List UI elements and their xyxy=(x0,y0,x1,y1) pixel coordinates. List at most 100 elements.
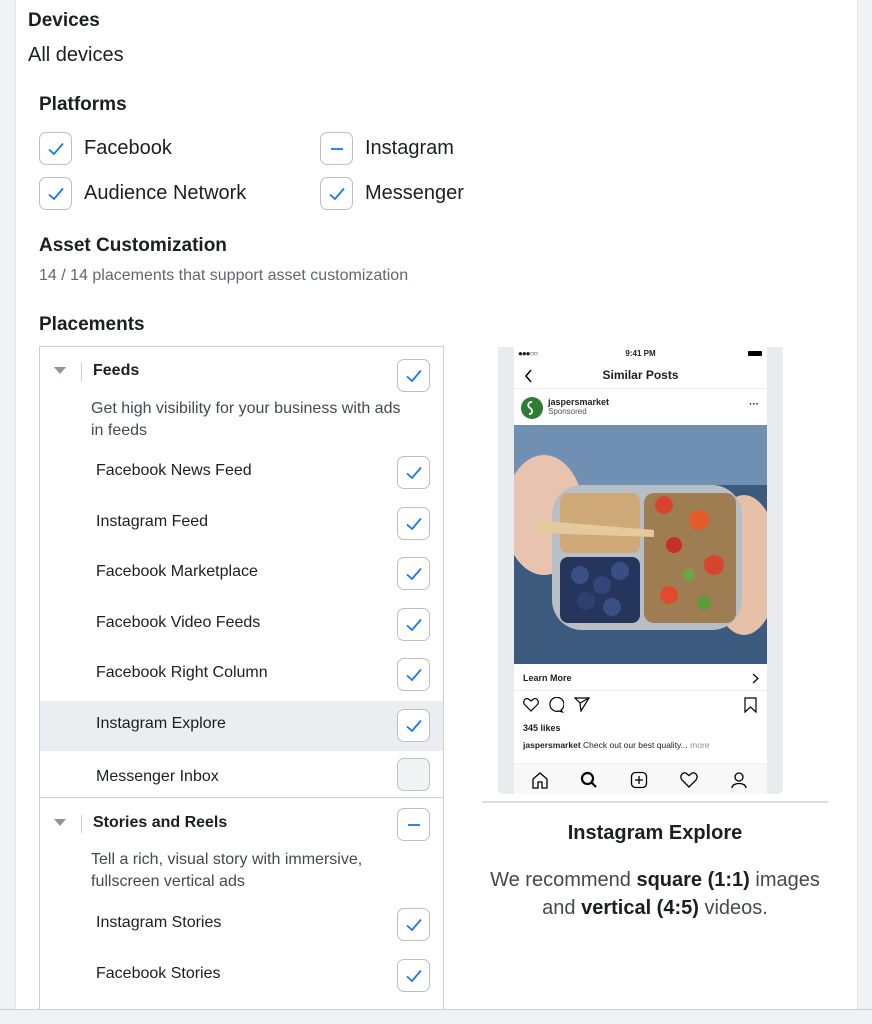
placement-label: Messenger Inbox xyxy=(96,768,219,785)
group-divider xyxy=(40,797,443,798)
caret-down-icon[interactable] xyxy=(54,819,66,826)
brand-logo-icon xyxy=(527,401,534,415)
caption-account: jaspersmarket xyxy=(523,740,581,750)
check-icon xyxy=(405,369,422,382)
placements-heading: Placements xyxy=(39,314,145,335)
placement-checkbox[interactable] xyxy=(397,608,430,641)
placement-label: Facebook Stories xyxy=(96,965,221,982)
placement-checkbox[interactable] xyxy=(397,758,430,791)
platform-facebook-label: Facebook xyxy=(84,137,172,159)
placement-label: Instagram Feed xyxy=(96,513,209,530)
placement-row-instagram-explore[interactable]: Instagram Explore xyxy=(40,701,443,751)
check-icon xyxy=(405,517,422,530)
desc-text: and xyxy=(542,897,576,919)
phone-screen: ●●●○○ 9:41 PM Similar Posts jaspersmarke… xyxy=(514,347,767,794)
phone-preview: ●●●○○ 9:41 PM Similar Posts jaspersmarke… xyxy=(498,347,783,794)
placements-list: Feeds Get high visibility for your busin… xyxy=(39,346,444,1010)
chevron-right-icon xyxy=(752,673,759,684)
status-bar: ●●●○○ 9:41 PM xyxy=(514,349,767,361)
phone-tabbar xyxy=(514,763,767,794)
placement-label: Instagram Stories xyxy=(96,914,222,931)
asset-customization-heading: Asset Customization xyxy=(39,235,227,256)
desc-emphasis: square (1:1) xyxy=(636,869,750,891)
add-post-icon[interactable] xyxy=(629,770,649,790)
placement-checkbox[interactable] xyxy=(397,456,430,489)
cta-label: Learn More xyxy=(523,673,572,683)
group-stories-checkbox[interactable] xyxy=(397,808,430,841)
activity-heart-icon[interactable] xyxy=(679,770,699,790)
check-icon xyxy=(405,969,422,982)
check-icon xyxy=(405,719,422,732)
cta-bar[interactable]: Learn More xyxy=(514,665,767,691)
home-icon[interactable] xyxy=(530,770,550,790)
post-caption: jaspersmarket Check out our best quality… xyxy=(523,740,710,750)
group-stories-title: Stories and Reels xyxy=(93,814,228,831)
preview-description: We recommend square (1:1) images and ver… xyxy=(482,866,828,922)
share-icon[interactable] xyxy=(574,697,590,712)
caption-more: more xyxy=(690,740,710,750)
minus-icon xyxy=(330,147,343,150)
settings-card: Devices All devices Platforms Facebook I… xyxy=(15,0,858,1010)
devices-value[interactable]: All devices xyxy=(28,44,124,67)
food-photo xyxy=(514,425,767,664)
placement-row-facebook-news-feed[interactable]: Facebook News Feed xyxy=(40,448,443,498)
nav-title: Similar Posts xyxy=(602,368,679,382)
status-time: 9:41 PM xyxy=(625,349,656,358)
placement-row-facebook-right-column[interactable]: Facebook Right Column xyxy=(40,650,443,700)
search-icon[interactable] xyxy=(579,770,599,790)
avatar xyxy=(521,397,543,419)
placement-checkbox[interactable] xyxy=(397,709,430,742)
platform-messenger-checkbox[interactable] xyxy=(320,177,353,210)
check-icon xyxy=(405,466,422,479)
check-icon xyxy=(47,142,64,155)
bottom-rule xyxy=(0,1009,872,1010)
desc-text: We recommend xyxy=(490,869,631,891)
separator xyxy=(81,815,82,833)
platform-audience-network-checkbox[interactable] xyxy=(39,177,72,210)
check-icon xyxy=(405,918,422,931)
group-feeds-description: Get high visibility for your business wi… xyxy=(91,400,401,439)
placement-row-facebook-marketplace[interactable]: Facebook Marketplace xyxy=(40,549,443,599)
platform-facebook-checkbox[interactable] xyxy=(39,132,72,165)
group-feeds-title: Feeds xyxy=(93,362,140,379)
post-account: jaspersmarket xyxy=(548,397,610,407)
placement-label: Facebook Marketplace xyxy=(96,563,258,580)
post-likes: 345 likes xyxy=(523,723,561,733)
desc-emphasis: vertical (4:5) xyxy=(581,897,699,919)
placement-checkbox[interactable] xyxy=(397,959,430,992)
placement-row-facebook-video-feeds[interactable]: Facebook Video Feeds xyxy=(40,600,443,650)
check-icon xyxy=(47,187,64,200)
platform-instagram-checkbox[interactable] xyxy=(320,132,353,165)
group-stories-description: Tell a rich, visual story with immersive… xyxy=(91,851,363,890)
post-actions xyxy=(514,695,767,717)
placement-checkbox[interactable] xyxy=(397,658,430,691)
post-image xyxy=(514,425,767,664)
platform-audience-network-label: Audience Network xyxy=(84,182,247,204)
platform-messenger-label: Messenger xyxy=(365,182,464,204)
check-icon xyxy=(405,668,422,681)
post-header: jaspersmarket Sponsored ··· xyxy=(514,391,767,425)
phone-navbar: Similar Posts xyxy=(514,363,767,389)
comment-icon[interactable] xyxy=(548,697,564,713)
separator xyxy=(81,363,82,381)
placement-label: Facebook Right Column xyxy=(96,664,268,681)
placement-row-facebook-stories[interactable]: Facebook Stories xyxy=(40,951,443,1001)
bookmark-icon[interactable] xyxy=(744,697,757,713)
caret-down-icon[interactable] xyxy=(54,367,66,374)
asset-customization-summary: 14 / 14 placements that support asset cu… xyxy=(39,267,409,284)
placement-row-messenger-inbox[interactable]: Messenger Inbox xyxy=(40,751,443,801)
placement-checkbox[interactable] xyxy=(397,507,430,540)
placement-label: Facebook Video Feeds xyxy=(96,614,261,631)
placement-checkbox[interactable] xyxy=(397,557,430,590)
placement-checkbox[interactable] xyxy=(397,908,430,941)
placement-row-instagram-stories[interactable]: Instagram Stories xyxy=(40,900,443,950)
preview-title: Instagram Explore xyxy=(567,822,743,844)
placement-row-instagram-feed[interactable]: Instagram Feed xyxy=(40,499,443,549)
platform-instagram-label: Instagram xyxy=(365,137,454,159)
profile-icon[interactable] xyxy=(729,770,749,790)
caption-text: Check out our best quality... xyxy=(583,740,688,750)
group-feeds-checkbox[interactable] xyxy=(397,359,430,392)
heart-icon[interactable] xyxy=(523,697,539,712)
check-icon xyxy=(405,618,422,631)
battery-icon xyxy=(748,351,762,356)
